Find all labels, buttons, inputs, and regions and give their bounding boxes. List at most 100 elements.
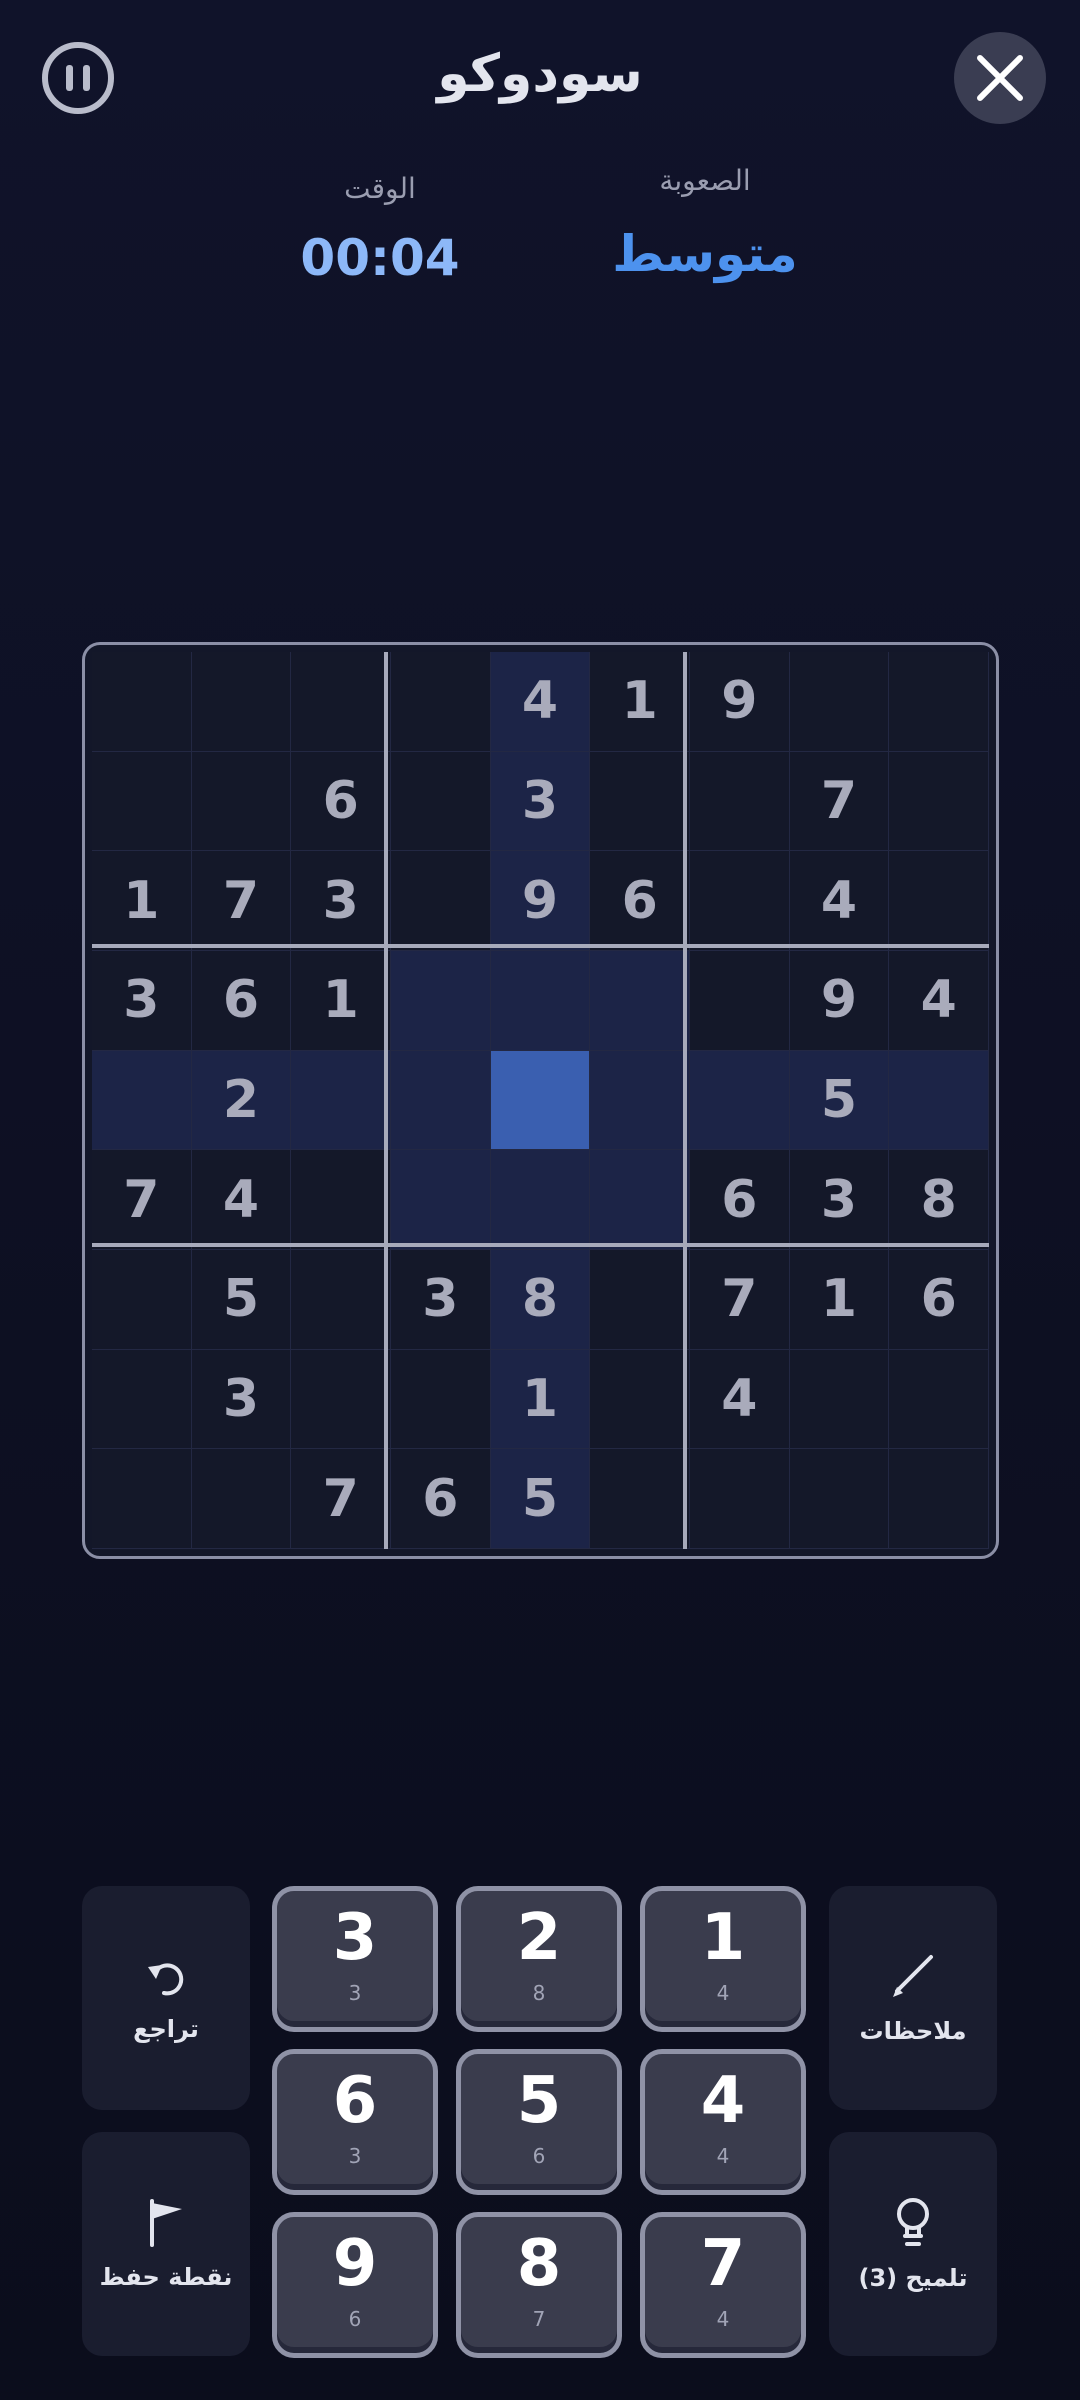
sudoku-cell[interactable]: 3 [191, 1349, 292, 1450]
sudoku-cell[interactable]: 7 [291, 1449, 391, 1549]
sudoku-cell[interactable]: 3 [789, 1150, 890, 1250]
sudoku-cell[interactable] [390, 950, 491, 1051]
sudoku-cell[interactable]: 4 [889, 950, 989, 1051]
number-key[interactable]: 33 [272, 1886, 438, 2032]
sudoku-cell[interactable] [889, 1449, 989, 1549]
sudoku-cell[interactable] [390, 1050, 491, 1151]
sudoku-cell[interactable] [390, 751, 491, 852]
sudoku-cell[interactable]: 7 [689, 1249, 790, 1350]
sudoku-cell[interactable]: 6 [889, 1249, 989, 1350]
sudoku-cell[interactable]: 3 [92, 950, 192, 1051]
number-key-digit: 3 [332, 1901, 378, 1975]
sudoku-cell[interactable]: 1 [92, 851, 192, 951]
sudoku-cell[interactable]: 9 [689, 652, 790, 752]
sudoku-cell[interactable]: 1 [291, 950, 391, 1051]
sudoku-cell[interactable]: 1 [590, 652, 690, 752]
sudoku-cell[interactable] [689, 1050, 790, 1151]
sudoku-cell[interactable] [92, 751, 192, 852]
sudoku-cell[interactable]: 2 [191, 1050, 292, 1151]
number-key[interactable]: 74 [640, 2212, 806, 2358]
sudoku-cell[interactable]: 5 [191, 1249, 292, 1350]
sudoku-cell[interactable]: 6 [689, 1150, 790, 1250]
sudoku-cell[interactable]: 3 [390, 1249, 491, 1350]
sudoku-cell[interactable] [889, 1349, 989, 1450]
sudoku-cell[interactable]: 9 [490, 851, 591, 951]
sudoku-cell[interactable]: 7 [789, 751, 890, 852]
sudoku-cell[interactable]: 1 [789, 1249, 890, 1350]
number-key-digit: 4 [700, 2064, 746, 2138]
undo-button[interactable]: تراجع [82, 1886, 250, 2110]
sudoku-cell[interactable] [390, 851, 491, 951]
sudoku-cell[interactable] [889, 1050, 989, 1151]
close-button[interactable] [954, 32, 1046, 124]
sudoku-cell[interactable] [789, 1449, 890, 1549]
sudoku-cell[interactable]: 6 [590, 851, 690, 951]
sudoku-cell[interactable] [689, 851, 790, 951]
sudoku-cell[interactable] [92, 652, 192, 752]
sudoku-cell[interactable] [291, 1349, 391, 1450]
sudoku-cell[interactable] [92, 1249, 192, 1350]
undo-label: تراجع [133, 2015, 199, 2043]
sudoku-cell[interactable] [490, 1050, 591, 1151]
sudoku-cell[interactable] [291, 652, 391, 752]
number-key[interactable]: 56 [456, 2049, 622, 2195]
sudoku-cell[interactable] [390, 1349, 491, 1450]
number-key[interactable]: 63 [272, 2049, 438, 2195]
sudoku-cell[interactable] [590, 751, 690, 852]
sudoku-cell[interactable] [889, 751, 989, 852]
sudoku-cell[interactable]: 6 [390, 1449, 491, 1549]
sudoku-cell[interactable] [889, 652, 989, 752]
sudoku-cell[interactable] [590, 1449, 690, 1549]
sudoku-cell[interactable]: 1 [490, 1349, 591, 1450]
sudoku-cell[interactable] [789, 652, 890, 752]
sudoku-cell[interactable]: 9 [789, 950, 890, 1051]
number-key[interactable]: 96 [272, 2212, 438, 2358]
sudoku-cell[interactable] [590, 1150, 690, 1250]
sudoku-cell[interactable]: 4 [490, 652, 591, 752]
sudoku-cell[interactable] [689, 751, 790, 852]
number-key[interactable]: 28 [456, 1886, 622, 2032]
number-key[interactable]: 87 [456, 2212, 622, 2358]
sudoku-cell[interactable]: 8 [490, 1249, 591, 1350]
sudoku-cell[interactable] [390, 1150, 491, 1250]
lightbulb-icon [897, 2198, 929, 2246]
sudoku-cell[interactable]: 4 [191, 1150, 292, 1250]
sudoku-cell[interactable]: 5 [490, 1449, 591, 1549]
sudoku-cell[interactable] [689, 950, 790, 1051]
sudoku-cell[interactable] [490, 1150, 591, 1250]
checkpoint-button[interactable]: نقطة حفظ [82, 2132, 250, 2356]
notes-button[interactable]: ملاحظات [829, 1886, 997, 2110]
sudoku-cell[interactable] [390, 652, 491, 752]
sudoku-cell[interactable] [590, 1249, 690, 1350]
hint-button[interactable]: تلميح (3) [829, 2132, 997, 2356]
sudoku-cell[interactable] [789, 1349, 890, 1450]
time-value: 00:04 [300, 229, 460, 287]
sudoku-cell[interactable]: 4 [789, 851, 890, 951]
number-key[interactable]: 44 [640, 2049, 806, 2195]
sudoku-cell[interactable]: 6 [291, 751, 391, 852]
sudoku-cell[interactable] [92, 1349, 192, 1450]
sudoku-cell[interactable] [291, 1249, 391, 1350]
sudoku-cell[interactable] [291, 1050, 391, 1151]
sudoku-cell[interactable] [92, 1050, 192, 1151]
sudoku-cell[interactable] [689, 1449, 790, 1549]
sudoku-cell[interactable]: 7 [92, 1150, 192, 1250]
sudoku-cell[interactable] [92, 1449, 192, 1549]
sudoku-cell[interactable]: 7 [191, 851, 292, 951]
sudoku-cell[interactable]: 3 [291, 851, 391, 951]
sudoku-cell[interactable] [490, 950, 591, 1051]
sudoku-cell[interactable]: 4 [689, 1349, 790, 1450]
sudoku-cell[interactable]: 3 [490, 751, 591, 852]
sudoku-cell[interactable]: 8 [889, 1150, 989, 1250]
sudoku-cell[interactable] [191, 1449, 292, 1549]
sudoku-cell[interactable] [191, 652, 292, 752]
sudoku-cell[interactable]: 6 [191, 950, 292, 1051]
sudoku-cell[interactable] [590, 950, 690, 1051]
sudoku-cell[interactable] [590, 1349, 690, 1450]
number-key[interactable]: 14 [640, 1886, 806, 2032]
sudoku-cell[interactable] [889, 851, 989, 951]
sudoku-cell[interactable] [590, 1050, 690, 1151]
sudoku-cell[interactable]: 5 [789, 1050, 890, 1151]
sudoku-cell[interactable] [291, 1150, 391, 1250]
sudoku-cell[interactable] [191, 751, 292, 852]
